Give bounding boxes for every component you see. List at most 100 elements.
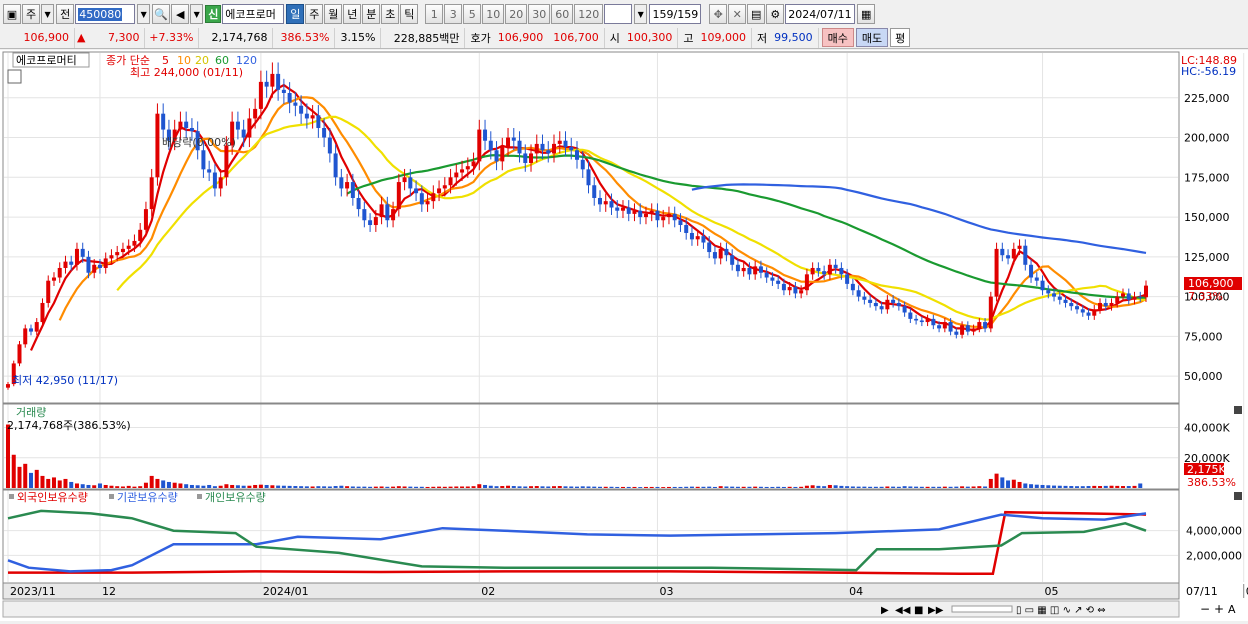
fast-forward-icon[interactable]: ▶▶ — [928, 605, 944, 616]
interval-tab-5[interactable]: 5 — [463, 4, 482, 24]
candle-body — [523, 153, 528, 163]
period-select[interactable]: 주 — [22, 4, 41, 24]
period-tab-1[interactable]: 주 — [305, 4, 324, 24]
zoom-out-icon[interactable]: − — [1200, 602, 1210, 616]
candle-body — [770, 277, 775, 281]
volume-bar — [845, 486, 850, 488]
interval-tab-1[interactable]: 1 — [425, 4, 444, 24]
volume-bar — [914, 486, 919, 488]
candle-body — [908, 312, 913, 319]
period-tab-0[interactable]: 일 — [286, 4, 305, 24]
open-price: 100,300 — [622, 27, 679, 48]
period-tab-2[interactable]: 월 — [324, 4, 343, 24]
period-tab-6[interactable]: 틱 — [400, 4, 419, 24]
volume-bar — [1121, 486, 1126, 488]
calendar-icon[interactable]: ▦ — [857, 4, 876, 24]
search-icon[interactable]: 🔍 — [152, 4, 171, 24]
period-tab-5[interactable]: 초 — [381, 4, 400, 24]
volume-last-pct: 386.53% — [1187, 476, 1236, 489]
auto-scale-icon[interactable]: A — [1228, 603, 1236, 616]
stop-icon[interactable]: ■ — [914, 605, 923, 616]
volume-bar — [965, 486, 970, 488]
stock-code-input[interactable]: 450080 — [75, 4, 136, 24]
volume-bar — [896, 486, 901, 488]
zoom-slider[interactable] — [951, 605, 1013, 613]
save-icon[interactable]: ▤ — [747, 4, 766, 24]
volume-bar — [143, 482, 148, 488]
candle-body — [425, 201, 430, 205]
candle-body — [781, 283, 786, 291]
holdings-panel-frame — [2, 489, 1180, 584]
ask-price: 106,900 — [497, 31, 544, 44]
candle-body — [1098, 302, 1103, 310]
sell-button[interactable]: 매도 — [855, 28, 889, 47]
speaker-icon[interactable]: ◀ — [171, 4, 190, 24]
candle-body — [40, 302, 45, 323]
candle-body — [753, 266, 758, 275]
interval-dropdown-icon[interactable]: ▼ — [634, 4, 648, 24]
date-label: 02 — [481, 585, 495, 598]
average-button[interactable]: 평 — [890, 28, 911, 47]
zoom-in-icon[interactable]: + — [1214, 602, 1224, 616]
volume-bar — [63, 478, 68, 488]
candle-body — [994, 248, 999, 297]
date-label: 04 — [849, 585, 863, 598]
layout-icon[interactable]: ▯ ▭ ▦ ◫ ∿ ↗ ⟲ ⇔ — [1016, 605, 1106, 616]
interval-tab-10[interactable]: 10 — [482, 4, 505, 24]
volume-bar — [724, 486, 729, 488]
crosshair-icon[interactable]: ✥ — [709, 4, 728, 24]
speaker-dropdown-icon[interactable]: ▼ — [190, 4, 204, 24]
volume-bar — [678, 486, 683, 488]
candle-body — [586, 169, 591, 186]
volume-bar — [643, 486, 648, 488]
interval-tab-3[interactable]: 3 — [444, 4, 463, 24]
volume-bar — [115, 486, 120, 488]
candle-body — [74, 248, 79, 265]
gear-icon[interactable]: ⚙ — [766, 4, 785, 24]
candle-body — [649, 210, 654, 214]
candle-body — [322, 127, 327, 138]
interval-tab-60[interactable]: 60 — [551, 4, 574, 24]
chevron-down-icon[interactable]: ▼ — [41, 4, 55, 24]
volume-pct: 386.53% — [273, 27, 336, 48]
date-field[interactable]: 2024/07/11 — [785, 4, 856, 24]
candle-body — [310, 115, 315, 119]
count-field[interactable]: 159/159 — [649, 4, 702, 24]
volume-bar — [46, 478, 51, 488]
volume-bar — [442, 486, 447, 488]
interval-tab-30[interactable]: 30 — [528, 4, 551, 24]
interval-custom-input[interactable] — [604, 4, 633, 24]
price-change: 7,300 — [87, 27, 146, 48]
candle-body — [368, 220, 373, 226]
code-dropdown-icon[interactable]: ▼ — [137, 4, 151, 24]
prev-button[interactable]: 전 — [56, 4, 75, 24]
chart-svg[interactable]: 225,000200,000175,000150,000125,000100,0… — [0, 50, 1248, 621]
price-panel-frame — [2, 51, 1180, 404]
candle-body — [138, 229, 143, 241]
interval-tab-20[interactable]: 20 — [505, 4, 528, 24]
chart-area[interactable]: 225,000 200,000 175,000 150,000 125,000 100,0… — [0, 50, 1248, 621]
buy-button[interactable]: 매수 — [821, 28, 854, 47]
interval-tab-120[interactable]: 120 — [574, 4, 604, 24]
window-icon[interactable]: ▣ — [3, 4, 21, 24]
candle-body — [63, 261, 68, 268]
candle-body — [672, 213, 677, 221]
legend-institution: 기관보유수량 — [117, 491, 178, 504]
period-tab-4[interactable]: 분 — [362, 4, 381, 24]
rewind-icon[interactable]: ◀◀ — [895, 605, 911, 616]
candle-body — [17, 344, 22, 364]
table-icon[interactable] — [7, 69, 22, 84]
volume-title: 거래량 — [16, 406, 46, 419]
candle-body — [431, 193, 436, 202]
volume-bar — [816, 485, 821, 488]
compare-icon[interactable]: ✕ — [728, 4, 747, 24]
scroll-right-icon[interactable]: ▶ — [881, 605, 889, 616]
volume-bars — [5, 424, 1143, 488]
close-icon[interactable] — [1234, 406, 1242, 414]
volume-bar — [1040, 484, 1045, 488]
candle-body — [799, 290, 804, 294]
holdings-close-icon[interactable] — [1234, 492, 1242, 500]
candle-body — [149, 177, 154, 210]
candle-body — [666, 213, 671, 218]
period-tab-3[interactable]: 년 — [343, 4, 362, 24]
